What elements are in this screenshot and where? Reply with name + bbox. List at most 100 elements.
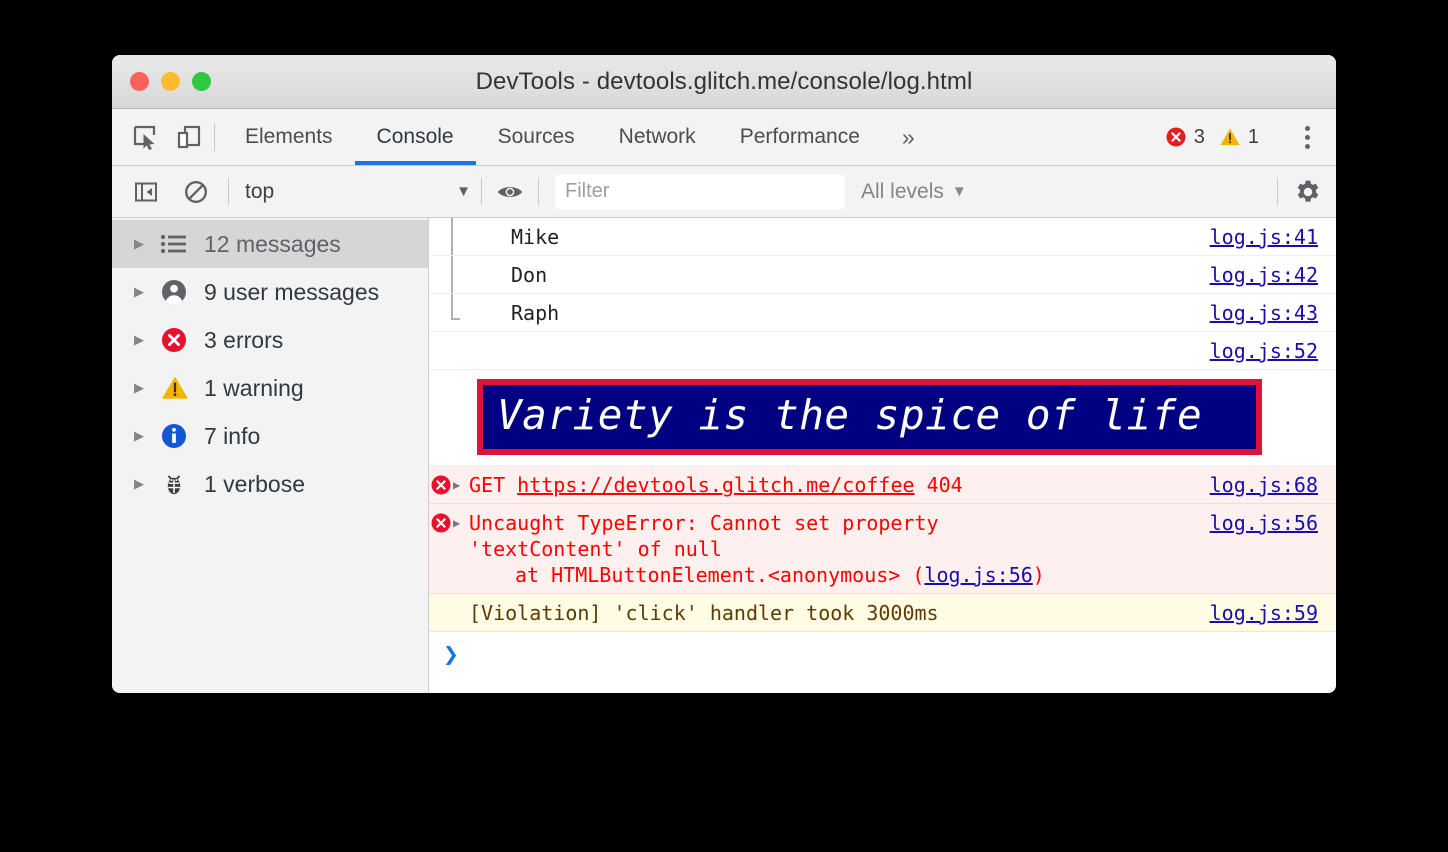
- message-source-link[interactable]: log.js:68: [1210, 472, 1336, 498]
- message-source-link[interactable]: log.js:52: [1210, 338, 1336, 364]
- device-toolbar-icon[interactable]: [176, 124, 202, 150]
- filter-input[interactable]: Filter: [555, 174, 845, 209]
- execution-context-selector[interactable]: top ▼: [229, 180, 481, 204]
- console-error-row-network[interactable]: ▶ GET https://devtools.glitch.me/coffee …: [429, 466, 1336, 504]
- console-message-list[interactable]: Mike log.js:41 Don log.js:42 Raph log.js…: [429, 218, 1336, 693]
- expand-triangle-icon[interactable]: ▶: [134, 380, 160, 396]
- console-sidebar: ▶ 12 messages ▶ 9 user messages ▶ 3 erro…: [112, 218, 429, 693]
- expand-triangle-icon[interactable]: ▶: [134, 332, 160, 348]
- request-url-link[interactable]: https://devtools.glitch.me/coffee: [517, 473, 914, 497]
- show-console-sidebar-icon[interactable]: [112, 178, 160, 206]
- filterbar-divider-3: [538, 178, 539, 205]
- message-level-icon: [429, 600, 453, 602]
- message-level-icon: [429, 224, 453, 226]
- sidebar-item-warnings[interactable]: ▶ 1 warning: [112, 364, 428, 412]
- message-source-link[interactable]: log.js:41: [1210, 224, 1336, 250]
- sidebar-item-label: 9 user messages: [204, 278, 380, 305]
- close-window-button[interactable]: [130, 72, 149, 91]
- styled-banner-text: Variety is the spice of life: [477, 379, 1262, 455]
- filterbar-divider-2: [481, 178, 482, 205]
- filter-placeholder: Filter: [565, 180, 610, 202]
- tab-performance[interactable]: Performance: [718, 109, 882, 165]
- bug-icon: [160, 470, 204, 498]
- devtools-tabbar: Elements Console Sources Network Perform…: [112, 109, 1336, 166]
- error-icon: [1166, 127, 1186, 147]
- error-line-1: Uncaught TypeError: Cannot set property: [469, 511, 939, 535]
- message-level-icon: [429, 262, 453, 264]
- tab-sources[interactable]: Sources: [476, 109, 597, 165]
- tab-console[interactable]: Console: [354, 109, 476, 165]
- message-text: Raph: [511, 301, 560, 325]
- eye-icon[interactable]: [496, 178, 524, 206]
- traffic-light-buttons[interactable]: [130, 72, 211, 91]
- expand-triangle-icon[interactable]: ▶: [134, 284, 160, 300]
- error-icon: [429, 510, 453, 534]
- stack-source-link[interactable]: log.js:56: [924, 563, 1032, 587]
- console-filter-toolbar: top ▼ Filter All levels ▼: [112, 166, 1336, 218]
- prompt-chevron-icon: ❯: [443, 640, 459, 670]
- expand-triangle-icon[interactable]: ▶: [134, 476, 160, 492]
- tabbar-divider: [214, 123, 215, 151]
- inspect-cursor-icon[interactable]: [132, 124, 158, 150]
- error-stack-line: at HTMLButtonElement.<anonymous> (log.js…: [469, 562, 1200, 588]
- sidebar-item-user-messages[interactable]: ▶ 9 user messages: [112, 268, 428, 316]
- info-icon: [160, 422, 204, 450]
- warning-count-badge[interactable]: 1: [1219, 126, 1259, 149]
- message-source-link[interactable]: log.js:56: [1210, 510, 1336, 536]
- gear-icon[interactable]: [1294, 178, 1322, 206]
- console-prompt[interactable]: ❯: [429, 632, 1336, 693]
- expand-triangle-icon[interactable]: ▶: [134, 428, 160, 444]
- error-count-badge[interactable]: 3: [1165, 126, 1205, 149]
- sidebar-item-info[interactable]: ▶ 7 info: [112, 412, 428, 460]
- message-text: Don: [511, 263, 548, 287]
- log-level-selector[interactable]: All levels ▼: [861, 180, 967, 204]
- error-icon: [160, 326, 204, 354]
- expand-triangle-icon[interactable]: ▶: [134, 236, 160, 252]
- console-message-row[interactable]: log.js:52: [429, 332, 1336, 370]
- message-source-link[interactable]: log.js:43: [1210, 300, 1336, 326]
- warning-icon: [160, 374, 204, 402]
- maximize-window-button[interactable]: [192, 72, 211, 91]
- console-violation-row[interactable]: [Violation] 'click' handler took 3000ms …: [429, 594, 1336, 632]
- more-tabs-button[interactable]: »: [882, 109, 935, 165]
- warning-icon: [1220, 128, 1240, 145]
- console-message-row[interactable]: Mike log.js:41: [429, 218, 1336, 256]
- sidebar-item-label: 12 messages: [204, 230, 341, 257]
- error-line-2: 'textContent' of null: [469, 537, 722, 561]
- message-level-icon: [429, 300, 453, 302]
- tabbar-tool-icons: [112, 109, 214, 165]
- screen: DevTools - devtools.glitch.me/console/lo…: [0, 0, 1448, 852]
- clear-console-icon[interactable]: [182, 178, 210, 206]
- message-text: Mike: [511, 225, 560, 249]
- sidebar-item-label: 3 errors: [204, 326, 284, 353]
- stack-suffix: ): [1032, 563, 1045, 587]
- request-method: GET: [469, 473, 506, 497]
- execution-context-value: top: [245, 179, 275, 203]
- message-source-link[interactable]: log.js:42: [1210, 262, 1336, 288]
- expand-triangle-icon[interactable]: ▶: [453, 510, 469, 536]
- chevron-down-icon: ▼: [951, 183, 967, 200]
- message-source-link[interactable]: log.js:59: [1210, 600, 1336, 626]
- devtools-window: DevTools - devtools.glitch.me/console/lo…: [112, 55, 1336, 693]
- minimize-window-button[interactable]: [161, 72, 180, 91]
- tab-elements[interactable]: Elements: [223, 109, 355, 165]
- console-message-row[interactable]: Raph log.js:43: [429, 294, 1336, 332]
- filterbar-right: [1261, 166, 1336, 217]
- tab-network[interactable]: Network: [597, 109, 718, 165]
- sidebar-item-messages[interactable]: ▶ 12 messages: [112, 220, 428, 268]
- console-message-row[interactable]: Don log.js:42: [429, 256, 1336, 294]
- console-error-row-type[interactable]: ▶ Uncaught TypeError: Cannot set propert…: [429, 504, 1336, 594]
- request-status: 404: [926, 473, 963, 497]
- panel-tabs: Elements Console Sources Network Perform…: [223, 109, 935, 165]
- tabbar-status-area: 3 1: [1165, 109, 1336, 165]
- log-level-value: All levels: [861, 179, 944, 203]
- violation-message-text: [Violation] 'click' handler took 3000ms: [469, 601, 939, 625]
- kebab-menu-icon[interactable]: [1292, 125, 1322, 149]
- user-icon: [160, 278, 204, 306]
- error-count-value: 3: [1193, 125, 1205, 148]
- expand-triangle-icon[interactable]: ▶: [453, 472, 469, 498]
- console-styled-message-row[interactable]: Variety is the spice of life: [429, 370, 1336, 466]
- sidebar-item-errors[interactable]: ▶ 3 errors: [112, 316, 428, 364]
- window-titlebar: DevTools - devtools.glitch.me/console/lo…: [112, 55, 1336, 109]
- sidebar-item-verbose[interactable]: ▶ 1 verbose: [112, 460, 428, 508]
